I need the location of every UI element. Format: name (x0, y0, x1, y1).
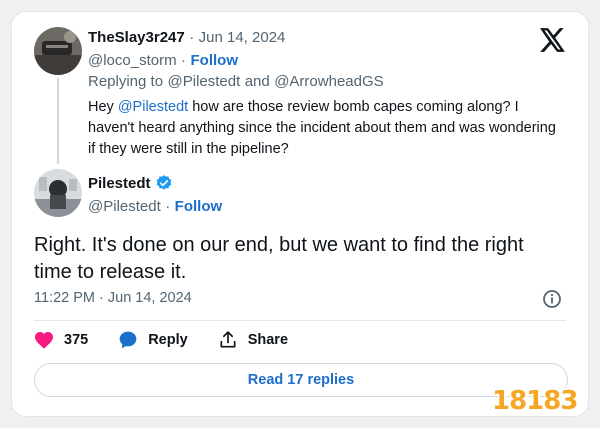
heart-icon (34, 331, 54, 349)
read-replies-button[interactable]: Read 17 replies (34, 363, 568, 397)
reply-label: Reply (148, 332, 188, 348)
main-author-avatar[interactable] (34, 169, 82, 217)
reply-text-mention[interactable]: @Pilestedt (118, 99, 188, 115)
main-tweet-timestamp[interactable]: 11:22 PM · Jun 14, 2024 (34, 290, 192, 306)
handle-dot: · (181, 52, 187, 69)
replying-to-user-1[interactable]: @Pilestedt (168, 73, 241, 90)
share-label: Share (247, 332, 289, 348)
main-author-handle[interactable]: @Pilestedt (88, 198, 161, 215)
reply-header: TheSlay3r247 · Jun 14, 2024 (88, 29, 285, 47)
reply-text-greeting: Hey (88, 99, 114, 115)
actions-divider (34, 320, 566, 321)
actions-row: 375 Reply Share (34, 330, 288, 350)
replying-to-prefix: Replying to (88, 73, 164, 90)
replying-to-line: Replying to @Pilestedt and @ArrowheadGS (88, 73, 384, 91)
share-button[interactable]: Share (218, 330, 288, 350)
reply-date[interactable]: Jun 14, 2024 (199, 29, 286, 46)
main-header: Pilestedt (88, 174, 173, 192)
tweet-embed-card: TheSlay3r247 · Jun 14, 2024 @loco_storm … (12, 12, 588, 416)
reply-bubble-icon (118, 330, 138, 350)
header-separator: · (189, 29, 195, 46)
reply-author-avatar[interactable] (34, 27, 82, 75)
read-replies-label: Read 17 replies (247, 372, 355, 388)
x-logo-icon[interactable] (540, 28, 566, 54)
reply-button[interactable]: Reply (118, 330, 188, 350)
main-follow-button[interactable]: Follow (175, 198, 223, 215)
share-icon (218, 330, 238, 350)
reply-author-handle[interactable]: @loco_storm (88, 52, 177, 69)
reply-follow-button[interactable]: Follow (191, 52, 239, 69)
replying-to-and: and (244, 73, 270, 90)
main-author-name[interactable]: Pilestedt (88, 175, 151, 192)
like-count: 375 (64, 332, 89, 348)
reply-tweet-text: Hey @Pilestedt how are those review bomb… (88, 97, 558, 160)
main-handle-row: @Pilestedt · Follow (88, 198, 222, 216)
like-button[interactable]: 375 (34, 330, 88, 350)
main-handle-dot: · (165, 198, 171, 215)
watermark-logo: 18183 (492, 386, 578, 416)
reply-handle-row: @loco_storm · Follow (88, 52, 238, 70)
info-icon[interactable] (542, 289, 562, 309)
reply-author-name[interactable]: TheSlay3r247 (88, 29, 185, 46)
thread-connector-line (57, 78, 59, 164)
verified-badge-icon (155, 174, 173, 192)
replying-to-user-2[interactable]: @ArrowheadGS (274, 73, 383, 90)
main-tweet-text: Right. It's done on our end, but we want… (34, 234, 524, 283)
